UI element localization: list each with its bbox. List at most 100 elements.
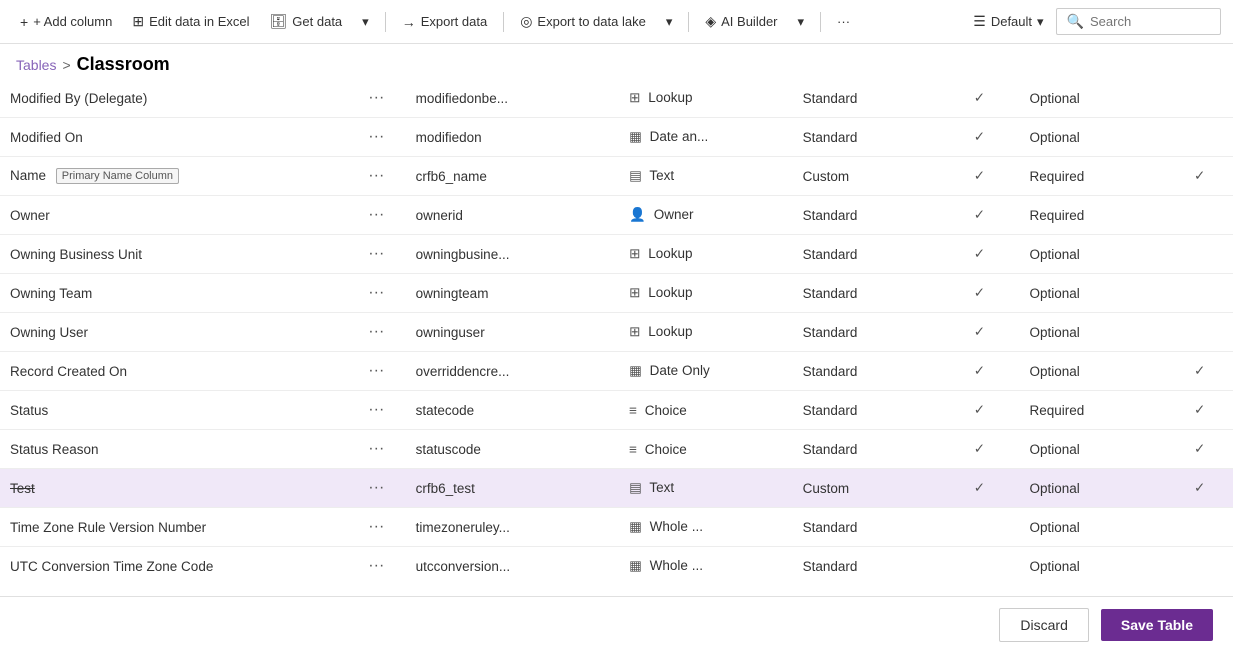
table-row[interactable]: Owning Team ··· owningteam ⊞ Lookup Stan… xyxy=(0,274,1233,313)
column-searchable-cell: ✓ xyxy=(939,313,1019,352)
column-required-cell: Required xyxy=(1019,391,1166,430)
table-row[interactable]: Name Primary Name Column ··· crfb6_name … xyxy=(0,157,1233,196)
type-text: Text xyxy=(649,168,674,183)
row-options-button[interactable]: ··· xyxy=(364,438,388,460)
table-row[interactable]: Modified By (Delegate) ··· modifiedonbe.… xyxy=(0,79,1233,118)
searchable-check: ✓ xyxy=(974,402,985,417)
default-view-button[interactable]: ☰ Default ▾ xyxy=(965,9,1051,34)
table-row[interactable]: Owning Business Unit ··· owningbusine...… xyxy=(0,235,1233,274)
ai-builder-dropdown[interactable]: ▾ xyxy=(790,10,813,34)
table-row[interactable]: Modified On ··· modifiedon ▦ Date an... … xyxy=(0,118,1233,157)
column-options-cell: ··· xyxy=(347,79,406,118)
database-icon: 🗄 xyxy=(270,13,288,30)
get-data-button[interactable]: 🗄 Get data xyxy=(262,9,351,34)
logical-name-text: owninguser xyxy=(416,325,485,340)
more-button[interactable]: ··· xyxy=(829,10,858,33)
column-searchable-cell: ✓ xyxy=(939,118,1019,157)
row-options-button[interactable]: ··· xyxy=(364,555,388,577)
column-required-cell: Optional xyxy=(1019,313,1166,352)
discard-button[interactable]: Discard xyxy=(999,608,1088,642)
column-type-cell: ▦ Date an... xyxy=(619,118,792,157)
footer: Discard Save Table xyxy=(0,596,1233,652)
required-text: Optional xyxy=(1029,286,1079,301)
column-required-cell: Optional xyxy=(1019,430,1166,469)
get-data-dropdown[interactable]: ▾ xyxy=(354,10,377,34)
column-name-cell: Record Created On xyxy=(0,352,347,391)
searchable-check: ✓ xyxy=(974,90,985,105)
table-row[interactable]: Owning User ··· owninguser ⊞ Lookup Stan… xyxy=(0,313,1233,352)
divider-3 xyxy=(688,12,689,32)
type-icon: ▤ xyxy=(629,480,642,495)
toolbar: + + Add column ⊞ Edit data in Excel 🗄 Ge… xyxy=(0,0,1233,44)
export-data-button[interactable]: → Export data xyxy=(394,10,496,34)
type-text: Text xyxy=(649,480,674,495)
column-logical-cell: utcconversion... xyxy=(406,547,620,586)
column-check2-cell xyxy=(1166,118,1233,157)
column-name-cell: Owning User xyxy=(0,313,347,352)
column-name-cell: Owning Team xyxy=(0,274,347,313)
row-options-button[interactable]: ··· xyxy=(364,87,388,109)
ai-builder-button[interactable]: ◈ AI Builder xyxy=(697,9,785,34)
row-options-button[interactable]: ··· xyxy=(364,243,388,265)
required-text: Required xyxy=(1029,169,1084,184)
column-logical-cell: modifiedonbe... xyxy=(406,79,620,118)
columns-table: Modified By (Delegate) ··· modifiedonbe.… xyxy=(0,79,1233,585)
column-type-cell: ▦ Whole ... xyxy=(619,508,792,547)
ai-icon: ◈ xyxy=(705,13,716,30)
column-check2-cell: ✓ xyxy=(1166,391,1233,430)
export-lake-dropdown[interactable]: ▾ xyxy=(658,10,681,34)
column-check2-cell xyxy=(1166,274,1233,313)
column-searchable-cell: ✓ xyxy=(939,430,1019,469)
type-icon: ▤ xyxy=(629,168,642,183)
table-row[interactable]: Status ··· statecode ≡ Choice Standard ✓… xyxy=(0,391,1233,430)
column-name-text: Owning Team xyxy=(10,286,92,301)
row-options-button[interactable]: ··· xyxy=(364,516,388,538)
column-name-text: Time Zone Rule Version Number xyxy=(10,520,206,535)
row-options-button[interactable]: ··· xyxy=(364,282,388,304)
searchable-check: ✓ xyxy=(974,246,985,261)
add-column-button[interactable]: + + Add column xyxy=(12,10,120,34)
row-options-button[interactable]: ··· xyxy=(364,165,388,187)
table-container[interactable]: Modified By (Delegate) ··· modifiedonbe.… xyxy=(0,79,1233,585)
table-row[interactable]: UTC Conversion Time Zone Code ··· utccon… xyxy=(0,547,1233,586)
search-box[interactable]: 🔍 xyxy=(1056,8,1221,35)
column-type-cell: 👤 Owner xyxy=(619,196,792,235)
table-row[interactable]: Time Zone Rule Version Number ··· timezo… xyxy=(0,508,1233,547)
breadcrumb-tables-link[interactable]: Tables xyxy=(16,57,56,73)
column-type-cell: ≡ Choice xyxy=(619,391,792,430)
type-icon: 👤 xyxy=(629,207,646,222)
row-options-button[interactable]: ··· xyxy=(364,360,388,382)
table-row[interactable]: Status Reason ··· statuscode ≡ Choice St… xyxy=(0,430,1233,469)
column-options-cell: ··· xyxy=(347,118,406,157)
table-row[interactable]: Record Created On ··· overriddencre... ▦… xyxy=(0,352,1233,391)
searchable-check: ✓ xyxy=(974,324,985,339)
table-row[interactable]: Owner ··· ownerid 👤 Owner Standard ✓ Req… xyxy=(0,196,1233,235)
row-options-button[interactable]: ··· xyxy=(364,321,388,343)
logical-name-text: timezoneruley... xyxy=(416,520,510,535)
row-options-button[interactable]: ··· xyxy=(364,126,388,148)
column-options-cell: ··· xyxy=(347,547,406,586)
column-required-cell: Required xyxy=(1019,157,1166,196)
type-icon: ⊞ xyxy=(629,324,640,339)
row-options-button[interactable]: ··· xyxy=(364,399,388,421)
row-options-button[interactable]: ··· xyxy=(364,477,388,499)
export-icon: → xyxy=(402,14,416,30)
divider-2 xyxy=(503,12,504,32)
column-type-cell: ≡ Choice xyxy=(619,430,792,469)
export-lake-button[interactable]: ◎ Export to data lake xyxy=(512,9,654,34)
column-options-cell: ··· xyxy=(347,508,406,547)
edit-excel-button[interactable]: ⊞ Edit data in Excel xyxy=(124,9,257,34)
logical-name-text: statuscode xyxy=(416,442,481,457)
searchable-check: ✓ xyxy=(974,363,985,378)
column-check2-cell xyxy=(1166,547,1233,586)
table-row[interactable]: Test ··· crfb6_test ▤ Text Custom ✓ Opti… xyxy=(0,469,1233,508)
logical-name-text: modifiedon xyxy=(416,130,482,145)
row-options-button[interactable]: ··· xyxy=(364,204,388,226)
column-check2-cell xyxy=(1166,79,1233,118)
search-input[interactable] xyxy=(1090,14,1210,29)
column-required-cell: Optional xyxy=(1019,352,1166,391)
column-name-text: Modified By (Delegate) xyxy=(10,91,147,106)
check2-icon: ✓ xyxy=(1194,480,1205,495)
required-text: Optional xyxy=(1029,481,1079,496)
save-table-button[interactable]: Save Table xyxy=(1101,609,1213,641)
